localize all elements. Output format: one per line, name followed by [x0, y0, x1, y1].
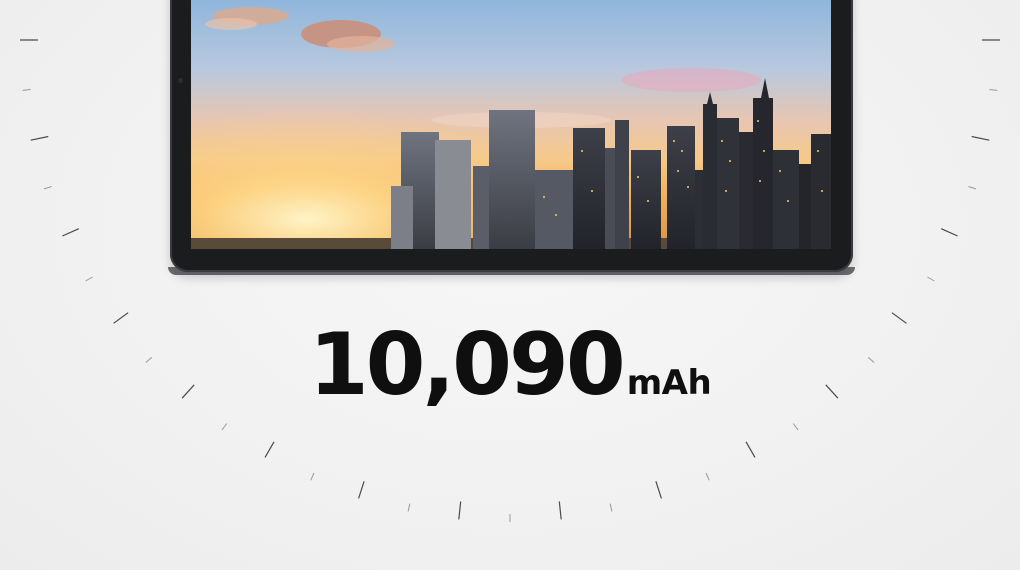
tick-mark: [971, 135, 990, 141]
city-skyline-image: [191, 0, 831, 249]
capacity-value: 10,090: [308, 315, 626, 415]
tick-mark: [221, 423, 228, 431]
tick-mark: [358, 481, 365, 499]
tick-mark: [792, 423, 799, 431]
tick-mark: [609, 503, 613, 512]
tick-mark: [43, 186, 52, 190]
tick-mark: [22, 89, 31, 91]
tick-mark: [745, 441, 756, 458]
tick-mark: [310, 472, 315, 481]
tablet-screen-city-sunset: [191, 0, 831, 249]
tick-mark: [458, 501, 462, 520]
tick-mark: [940, 228, 958, 237]
tick-mark: [968, 186, 977, 190]
tick-mark: [407, 503, 411, 512]
tick-mark: [655, 481, 662, 499]
tick-mark: [264, 441, 275, 458]
battery-capacity-readout: 10,090 mAh: [0, 315, 1020, 415]
tick-mark: [62, 228, 80, 237]
tablet-device: [168, 0, 855, 275]
tick-mark: [989, 89, 998, 91]
front-camera-icon: [178, 78, 183, 83]
tick-mark: [927, 276, 935, 282]
tick-mark: [705, 472, 710, 481]
tick-mark: [558, 501, 562, 520]
tick-mark: [85, 276, 93, 282]
capacity-unit: mAh: [626, 363, 712, 403]
tick-mark: [30, 135, 49, 141]
